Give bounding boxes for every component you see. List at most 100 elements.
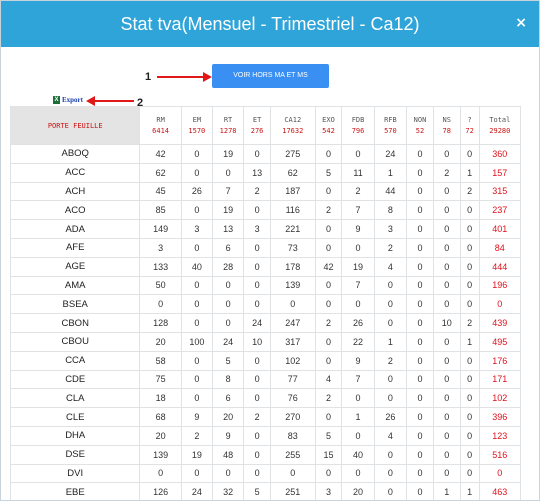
row-total-cell: 196 (478, 275, 522, 296)
table-row: AMA 50 0 0 0 139 0 7 0 0 0 0 196 (9, 275, 522, 296)
table-cell: 0 (432, 407, 461, 427)
table-cell: 0 (432, 463, 461, 484)
voir-hors-ma-et-ms-button[interactable]: VOIR HORS MA ET MS (212, 64, 329, 88)
table-row: CLA 18 0 6 0 76 2 0 0 0 0 0 102 (9, 388, 522, 409)
table-cell: 4 (373, 425, 408, 446)
table-cell: 24 (373, 144, 408, 164)
table-cell: 0 (180, 463, 213, 484)
table-cell: 0 (406, 219, 434, 239)
table-cell: 20 (341, 482, 375, 500)
table-cell: 0 (459, 369, 480, 390)
table-cell: 15 (314, 444, 343, 465)
table-cell: 0 (432, 369, 461, 390)
column-header: Total 29280 (478, 106, 522, 145)
row-name: AFE (9, 237, 141, 258)
close-icon[interactable]: × (515, 15, 527, 31)
table-cell: 42 (314, 256, 343, 277)
table-cell: 247 (269, 313, 316, 333)
table-row: AGE 133 40 28 0 178 42 19 4 0 0 0 444 (9, 256, 522, 277)
table-cell: 0 (406, 200, 434, 221)
table-row: DSE 139 19 48 0 255 15 40 0 0 0 0 516 (9, 444, 522, 465)
row-total-cell: 495 (478, 331, 522, 352)
table-cell: 1 (373, 162, 408, 183)
table-cell: 0 (269, 294, 316, 315)
table-cell: 0 (139, 294, 182, 315)
table-cell: 10 (243, 331, 271, 352)
table-cell: 0 (373, 275, 408, 296)
table-cell: 0 (432, 350, 461, 371)
table-cell: 139 (269, 275, 316, 296)
table-cell: 2 (180, 425, 213, 446)
row-total-cell: 176 (478, 350, 522, 371)
column-header: NON 52 (406, 106, 434, 145)
row-name: ACH (9, 181, 141, 202)
table-cell: 0 (180, 200, 213, 221)
table-cell: 20 (211, 407, 245, 427)
table-cell: 13 (243, 162, 271, 183)
column-label: EXO (322, 116, 335, 124)
row-total-cell: 84 (478, 237, 522, 258)
table-cell: 44 (373, 181, 408, 202)
table-header-row: PORTE FEUILLE RM 6414 EM 1570 RT 1278 ET 276 CA1… (9, 106, 522, 145)
table-cell: 3 (314, 482, 343, 500)
column-label: Total (489, 116, 511, 124)
column-total: 570 (384, 127, 397, 135)
export-link[interactable]: X Export (53, 96, 83, 104)
table-cell: 26 (180, 181, 213, 202)
table-row: ABOQ 42 0 19 0 275 0 0 24 0 0 0 360 (9, 144, 522, 164)
table-cell: 2 (459, 313, 480, 333)
table-row: BSEA 0 0 0 0 0 0 0 0 0 0 0 0 (9, 294, 522, 315)
table-cell: 149 (139, 219, 182, 239)
table-cell: 0 (459, 407, 480, 427)
table-cell: 9 (341, 219, 375, 239)
table-cell: 19 (341, 256, 375, 277)
table-cell: 0 (341, 294, 375, 315)
table-cell: 24 (180, 482, 213, 500)
column-label: FDB (351, 116, 365, 124)
table-cell: 19 (211, 200, 245, 221)
column-header: FDB 796 (341, 106, 375, 145)
table-cell: 0 (180, 162, 213, 183)
row-name: CCA (9, 350, 141, 371)
table-cell: 10 (432, 313, 461, 333)
table-cell: 0 (211, 463, 245, 484)
table-cell: 3 (180, 219, 213, 239)
table-cell: 0 (314, 350, 343, 371)
table-cell: 0 (406, 407, 434, 427)
table-row: ADA 149 3 13 3 221 0 9 3 0 0 0 401 (9, 219, 522, 239)
stat-tva-modal: Stat tva(Mensuel - Trimestriel - Ca12) ×… (0, 0, 540, 501)
table-cell: 0 (373, 313, 408, 333)
table-cell: 7 (341, 200, 375, 221)
column-label: RFB (384, 116, 397, 124)
table-cell: 62 (139, 162, 182, 183)
table-cell: 0 (459, 444, 480, 465)
table-cell: 2 (314, 200, 343, 221)
table-cell: 76 (269, 388, 316, 409)
table-cell: 178 (269, 256, 316, 277)
table-cell: 24 (211, 331, 245, 352)
row-total-cell: 237 (478, 200, 522, 221)
table-cell: 0 (406, 350, 434, 371)
column-label: RT (223, 116, 233, 124)
column-total: 1278 (219, 127, 237, 135)
table-cell: 62 (269, 162, 316, 183)
table-cell: 2 (243, 407, 271, 427)
table-cell: 6 (211, 237, 245, 258)
table-cell: 42 (139, 144, 182, 164)
table-cell: 0 (406, 463, 434, 484)
table-cell: 40 (341, 444, 375, 465)
table-cell: 0 (180, 350, 213, 371)
table-row: CLE 68 9 20 2 270 0 1 26 0 0 0 396 (9, 407, 522, 427)
table-cell: 20 (139, 331, 182, 352)
table-cell: 0 (211, 275, 245, 296)
table-cell: 5 (211, 350, 245, 371)
table-cell: 9 (211, 425, 245, 446)
table-cell: 40 (180, 256, 213, 277)
table-cell: 48 (211, 444, 245, 465)
table-cell: 19 (211, 144, 245, 164)
export-label: Export (62, 96, 83, 104)
table-cell: 255 (269, 444, 316, 465)
row-total-cell: 171 (478, 369, 522, 390)
row-name: CBOU (9, 331, 141, 352)
column-label: ? (467, 116, 472, 124)
